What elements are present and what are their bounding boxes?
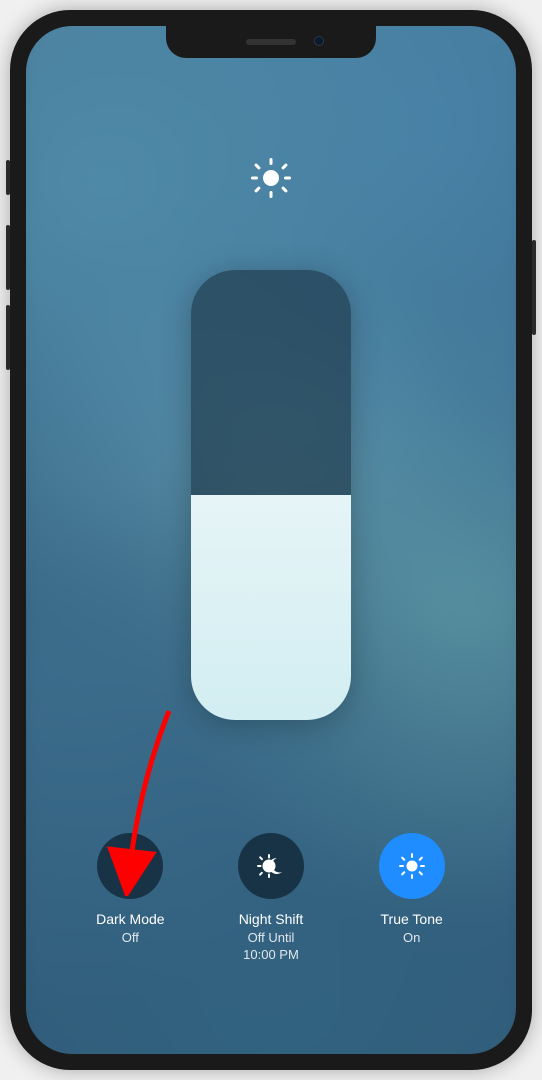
dark-mode-button[interactable] xyxy=(97,833,163,899)
sun-icon xyxy=(249,156,293,200)
brightness-slider-fill xyxy=(191,495,351,720)
dark-mode-status: Off xyxy=(122,930,139,947)
night-shift-control: Night Shift Off Until 10:00 PM xyxy=(211,833,331,964)
night-shift-status: Off Until 10:00 PM xyxy=(243,930,299,964)
night-shift-button[interactable] xyxy=(238,833,304,899)
night-shift-label: Night Shift xyxy=(239,911,304,928)
night-shift-icon xyxy=(255,850,287,882)
screen: Dark Mode Off xyxy=(26,26,516,1054)
iphone-device-frame: Dark Mode Off xyxy=(10,10,532,1070)
notch xyxy=(166,26,376,58)
volume-up-button xyxy=(6,225,10,290)
earpiece-speaker xyxy=(246,39,296,45)
display-controls-row: Dark Mode Off xyxy=(26,833,516,964)
true-tone-button[interactable] xyxy=(379,833,445,899)
front-camera xyxy=(314,36,324,46)
true-tone-control: True Tone On xyxy=(352,833,472,964)
side-power-button xyxy=(532,240,536,335)
true-tone-label: True Tone xyxy=(381,911,443,928)
mute-switch xyxy=(6,160,10,195)
control-center-brightness-panel: Dark Mode Off xyxy=(26,26,516,1054)
volume-down-button xyxy=(6,305,10,370)
dark-mode-control: Dark Mode Off xyxy=(70,833,190,964)
true-tone-icon xyxy=(396,850,428,882)
dark-mode-label: Dark Mode xyxy=(96,911,164,928)
brightness-slider[interactable] xyxy=(191,270,351,720)
true-tone-status: On xyxy=(403,930,420,947)
dark-mode-icon xyxy=(115,851,145,881)
